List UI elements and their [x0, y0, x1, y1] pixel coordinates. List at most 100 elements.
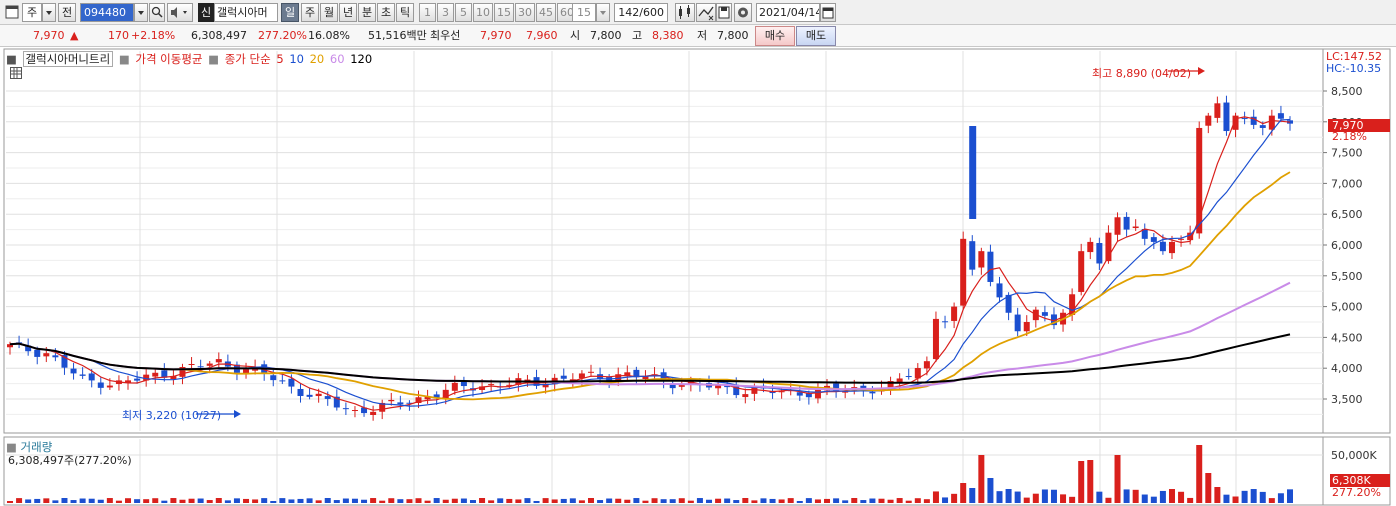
stock-code-input[interactable]: 094480	[80, 3, 134, 22]
max-arrowhead	[1198, 67, 1205, 75]
candle-body	[814, 389, 821, 399]
volume-bar	[1178, 491, 1185, 503]
period-month-tab[interactable]: 월	[320, 3, 338, 22]
candle-body	[1205, 115, 1212, 126]
period-day-tab[interactable]: 일	[281, 3, 299, 22]
interval-5-button[interactable]: 5	[455, 3, 472, 22]
chart-area[interactable]: 8,5008,0007,5007,0006,5006,0005,5005,000…	[0, 47, 1396, 506]
volume-bar	[1069, 496, 1076, 503]
stock-name-field: 갤럭시아머	[214, 3, 278, 22]
main-toolbar: 주 전 094480 신 갤럭시아머 일 주 월 년 분 초 틱 1 3 5 1…	[0, 0, 1396, 25]
candle-body	[270, 375, 277, 381]
volume-bar	[1232, 496, 1239, 503]
volume-bar	[724, 498, 731, 503]
volume-bar	[814, 499, 821, 503]
save-icon[interactable]	[716, 3, 732, 22]
period-tick-tab[interactable]: 틱	[396, 3, 414, 22]
ma-5-line	[9, 116, 1291, 411]
volume-bar	[1060, 494, 1067, 503]
candle-body	[1159, 241, 1166, 252]
candle-body	[388, 399, 395, 402]
sell-button[interactable]: 매도	[796, 26, 836, 46]
volume-bar	[932, 491, 939, 503]
search-icon[interactable]	[149, 3, 165, 22]
interval-select[interactable]: 15	[572, 3, 596, 22]
window-icon[interactable]	[4, 4, 20, 20]
volume-bar	[297, 498, 304, 503]
period-second-tab[interactable]: 초	[377, 3, 395, 22]
interval-45-button[interactable]: 45	[536, 3, 556, 22]
speaker-icon[interactable]	[167, 3, 193, 22]
code-dropdown-icon[interactable]	[134, 3, 148, 22]
chart-canvas[interactable]: 8,5008,0007,5007,0006,5006,0005,5005,000…	[0, 47, 1396, 506]
volume-bar	[751, 500, 758, 503]
candle-body	[978, 251, 985, 268]
volume-bar	[569, 498, 576, 503]
prev-button[interactable]: 전	[58, 3, 76, 22]
volume-bar	[896, 498, 903, 503]
candle-style-icon[interactable]	[675, 3, 695, 22]
data-count-field[interactable]: 142/600	[614, 3, 668, 22]
table-toggle-icon[interactable]	[10, 67, 22, 79]
volume-bar	[361, 499, 368, 503]
legend-ma-label[interactable]: 가격 이동평균	[135, 52, 202, 66]
candle-body	[1178, 238, 1185, 240]
volume-bar	[488, 500, 495, 503]
interval-30-button[interactable]: 30	[515, 3, 535, 22]
interval-15-button[interactable]: 15	[494, 3, 514, 22]
candle-body	[370, 411, 377, 415]
period-year-tab[interactable]: 년	[339, 3, 357, 22]
legend-ma-20: 20	[309, 52, 325, 66]
volume-bar	[233, 498, 240, 503]
volume-bar	[1123, 489, 1130, 503]
gear-icon[interactable]	[734, 3, 752, 22]
market-type-select[interactable]: 주	[22, 3, 42, 22]
price-tick-label: 6,500	[1331, 208, 1363, 221]
volume-bar	[88, 498, 95, 503]
candle-body	[969, 241, 976, 270]
candle-body	[79, 374, 86, 376]
volume-bar	[206, 500, 213, 503]
candle-body	[279, 380, 286, 382]
volume-bar	[869, 498, 876, 503]
market-type-dropdown-icon[interactable]	[42, 3, 56, 22]
interval-3-button[interactable]: 3	[437, 3, 454, 22]
candle-body	[315, 393, 322, 397]
volume-bar	[1114, 455, 1121, 503]
legend-stock-name[interactable]: 갤럭시아머니트리	[22, 51, 114, 67]
compare-chart-icon[interactable]	[696, 3, 716, 22]
candle-body	[987, 251, 994, 282]
period-week-tab[interactable]: 주	[301, 3, 319, 22]
volume-bar	[479, 498, 486, 503]
volume-bar	[987, 478, 994, 503]
price-tick-label: 6,000	[1331, 239, 1363, 252]
candle-body	[152, 372, 159, 377]
best-ask: 7,970	[480, 29, 512, 42]
quote-bar: 7,970 ▲ 170 +2.18% 6,308,497 277.20% 16.…	[0, 25, 1396, 47]
calendar-icon[interactable]	[820, 3, 836, 22]
volume-bar	[824, 498, 831, 503]
buy-button[interactable]: 매수	[755, 26, 795, 46]
volume-bar	[70, 500, 77, 503]
price-tick-label: 4,500	[1331, 331, 1363, 344]
volume-bar	[1250, 489, 1257, 503]
volume-bar	[1223, 494, 1230, 503]
interval-1-button[interactable]: 1	[419, 3, 436, 22]
candle-body	[34, 349, 41, 357]
volume-bar	[1187, 497, 1194, 503]
candle-body	[905, 376, 912, 378]
volume-bar	[615, 498, 622, 503]
volume-bar	[106, 498, 113, 503]
interval-dropdown-icon[interactable]	[596, 3, 610, 22]
date-field[interactable]: 2021/04/14	[756, 3, 820, 22]
volume-bar	[497, 498, 504, 503]
volume-bar	[842, 500, 849, 503]
interval-10-button[interactable]: 10	[473, 3, 493, 22]
period-minute-tab[interactable]: 분	[358, 3, 376, 22]
candle-body	[1132, 226, 1139, 229]
candle-body	[1087, 241, 1094, 253]
volume-bar	[152, 498, 159, 503]
candle-body	[923, 361, 930, 369]
volume-bar	[687, 500, 694, 503]
volume-bar	[79, 498, 86, 503]
